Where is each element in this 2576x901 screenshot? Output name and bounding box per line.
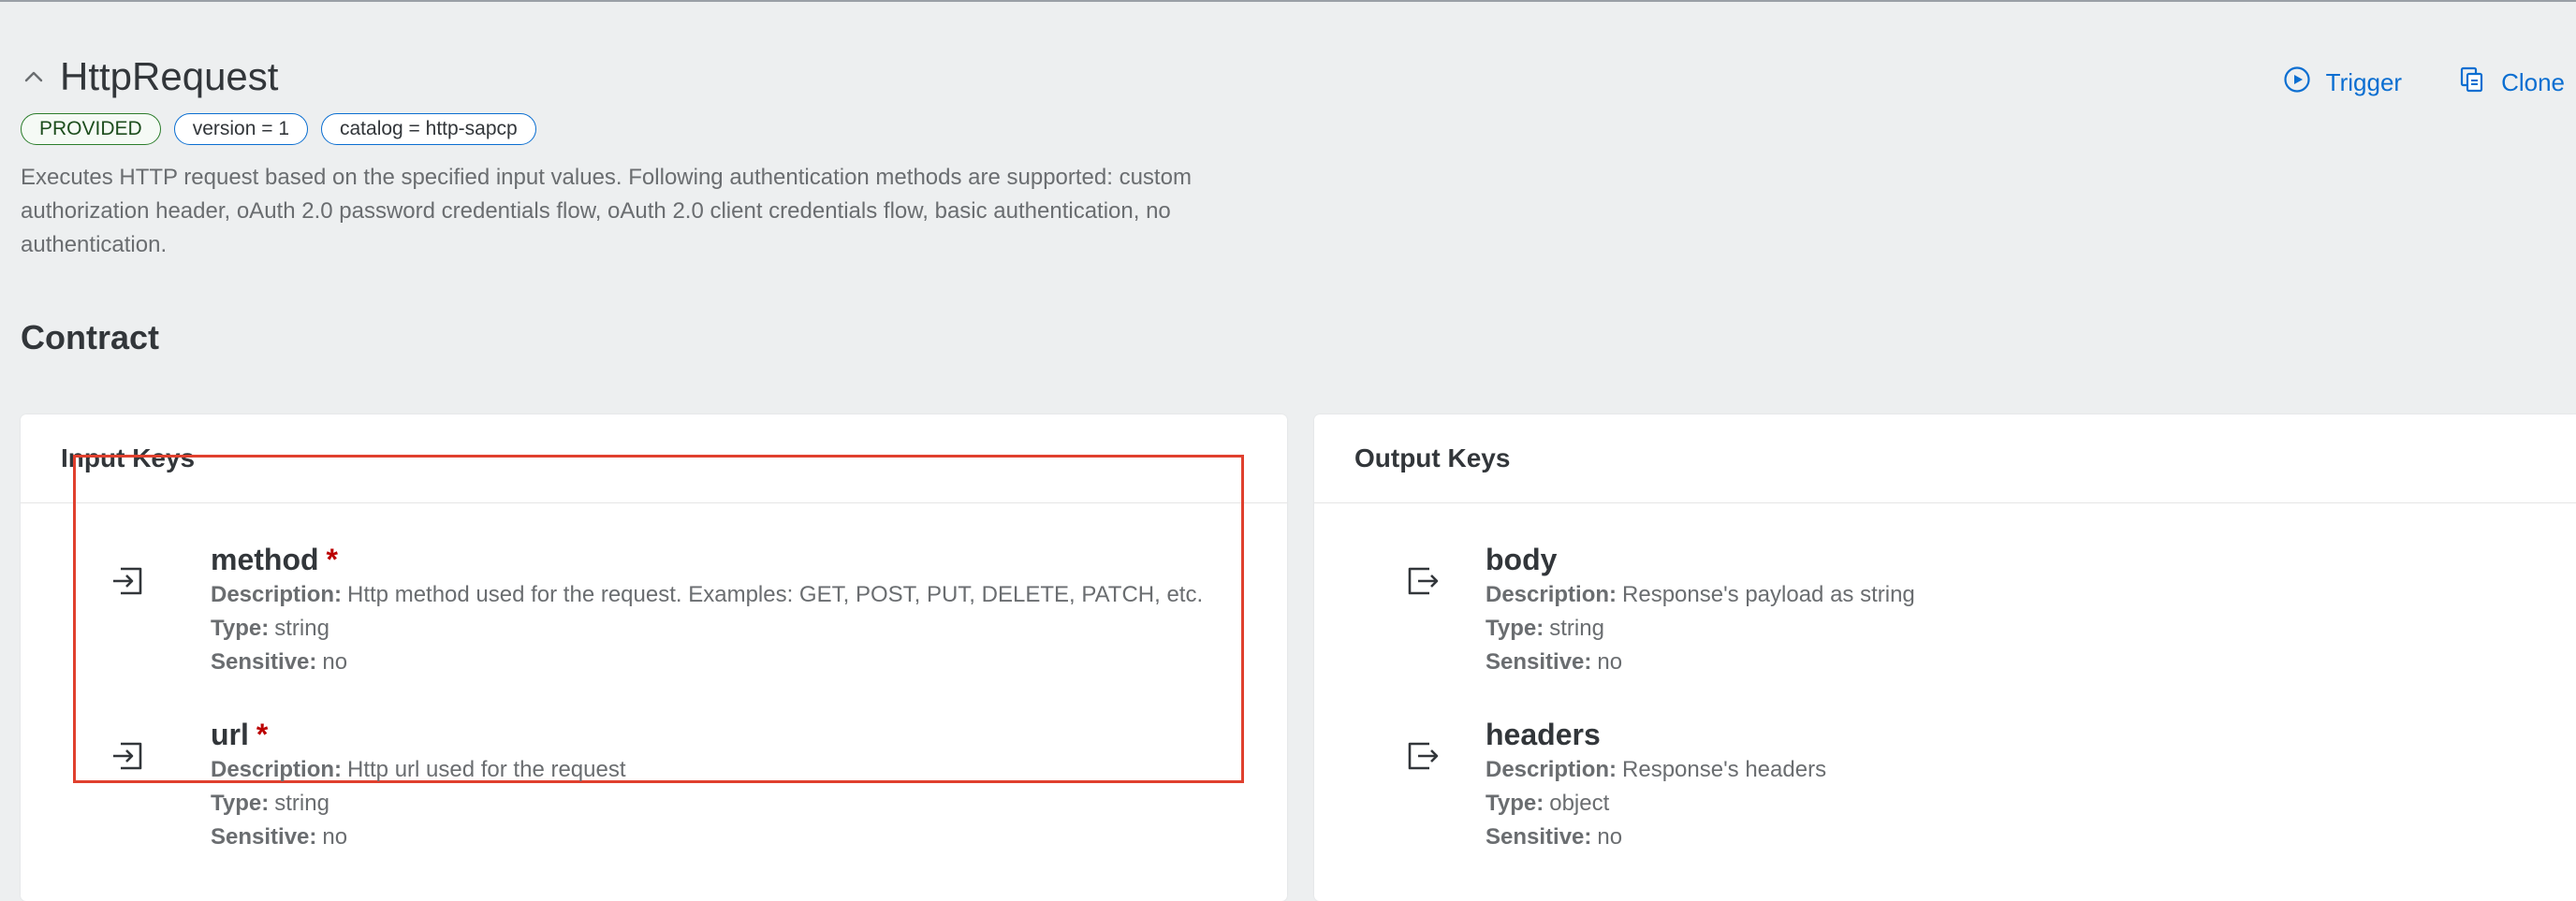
title-row: HttpRequest (21, 49, 2567, 105)
required-indicator: * (326, 543, 338, 576)
key-description: Description: Response's headers (1486, 757, 1827, 782)
key-description: Description: Response's payload as string (1486, 582, 1915, 607)
key-type: Type: string (1486, 616, 1604, 641)
trigger-label: Trigger (2325, 68, 2403, 96)
required-indicator: * (256, 718, 269, 751)
output-key-icon (1403, 736, 1442, 776)
status-badge: PROVIDED (21, 113, 161, 145)
catalog-badge: catalog = http-sapcp (321, 113, 536, 145)
key-details: body Description: Response's payload as s… (1486, 541, 1915, 679)
chevron-up-icon[interactable] (21, 64, 47, 90)
output-keys-header: Output Keys (1314, 414, 2576, 503)
key-sensitive: Sensitive: no (211, 649, 348, 675)
key-sensitive: Sensitive: no (211, 824, 348, 850)
top-divider (0, 0, 2576, 2)
key-name: headers (1486, 718, 1601, 751)
input-keys-panel: Input Keys method * Description: Http meth… (21, 414, 1287, 901)
version-badge: version = 1 (173, 113, 308, 145)
key-details: method * Description: Http method used for… (211, 541, 1203, 679)
key-type: Type: string (211, 791, 329, 816)
key-name: method * (211, 543, 338, 576)
input-key-icon (110, 561, 149, 601)
copy-icon (2458, 65, 2486, 100)
key-details: headers Description: Response's headers T… (1486, 716, 1826, 854)
output-keys-panel: Output Keys body Description: Response's … (1314, 414, 2576, 901)
page-title: HttpRequest (60, 54, 279, 98)
key-sensitive: Sensitive: no (1486, 824, 1623, 850)
page-header: HttpRequest PROVIDED version = 1 catalog… (21, 49, 2567, 257)
badge-group: PROVIDED version = 1 catalog = http-sapc… (21, 113, 536, 145)
key-name: body (1486, 543, 1558, 576)
key-type: Type: string (211, 616, 329, 641)
key-sensitive: Sensitive: no (1486, 649, 1623, 675)
header-actions: Trigger Clone (2283, 65, 2565, 100)
key-type: Type: object (1486, 791, 1610, 816)
page-description: Executes HTTP request based on the speci… (21, 165, 1192, 257)
key-description: Description: Http method used for the req… (211, 582, 1204, 607)
key-details: url * Description: Http url used for the r… (211, 716, 626, 854)
key-description: Description: Http url used for the reques… (211, 757, 626, 782)
input-key-icon (110, 736, 149, 776)
contract-heading: Contract (21, 318, 160, 356)
clone-button[interactable]: Clone (2458, 65, 2565, 100)
clone-label: Clone (2501, 68, 2565, 96)
key-name: url * (211, 718, 269, 751)
play-circle-icon (2283, 65, 2311, 100)
trigger-button[interactable]: Trigger (2283, 65, 2402, 100)
output-key-icon (1403, 561, 1442, 601)
